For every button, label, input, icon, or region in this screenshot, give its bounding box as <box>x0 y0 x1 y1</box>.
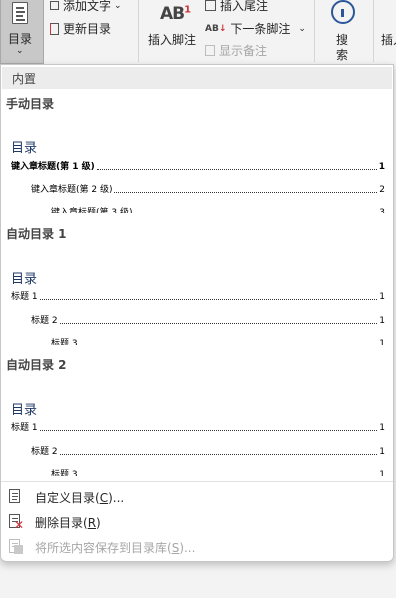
update-toc-button[interactable]: 更新目录 <box>50 20 111 37</box>
toc-entry: 标题 21 <box>31 316 385 326</box>
endnote-icon <box>205 0 216 11</box>
toc-dropdown: 内置 手动目录 目录 键入章标题(第 1 级) 1 键入章标题(第 2 级) 2 键… <box>0 64 394 562</box>
document-icon <box>6 488 24 506</box>
insert-endnote-button[interactable]: 插入尾注 <box>205 0 268 14</box>
ribbon: 目录 ⌄ 添加文字 ⌄ 更新目录 AB1 插入脚注 插入尾注 AB↓ 下一条脚注… <box>0 0 396 66</box>
toc-entry: 标题 11 <box>11 292 385 302</box>
menu-item-label: 自定义目录(C)... <box>35 490 125 505</box>
custom-toc-menu-item[interactable]: 自定义目录(C)... <box>1 485 393 509</box>
save-to-gallery-menu-item[interactable]: 将所选内容保存到目录库(S)... <box>1 535 393 559</box>
add-text-icon <box>50 1 59 10</box>
toc-button-label: 目录 <box>8 32 33 46</box>
search-icon <box>331 0 355 24</box>
show-notes-button[interactable]: 显示备注 <box>205 42 267 59</box>
toc-entry: 键入章标题(第 2 级) 2 <box>31 185 385 195</box>
menu-item-label: 将所选内容保存到目录库(S)... <box>35 540 196 555</box>
show-notes-icon <box>205 45 215 56</box>
add-text-button[interactable]: 添加文字 ⌄ <box>50 0 122 14</box>
remove-toc-menu-item[interactable]: ✕ 删除目录(R) <box>1 510 393 534</box>
toc-entry: 键入章标题(第 1 级) 1 <box>11 162 385 172</box>
toc-button[interactable]: 目录 ⌄ <box>0 0 44 64</box>
update-toc-icon <box>50 22 59 35</box>
gallery-title: 自动目录 1 <box>6 227 67 241</box>
toc-entry: 标题 21 <box>31 447 385 457</box>
save-to-gallery-icon <box>6 538 24 556</box>
add-text-label: 添加文字 <box>63 0 112 13</box>
insert-footnote-button[interactable]: AB1 插入脚注 <box>145 0 201 50</box>
chevron-down-icon: ⌄ <box>114 0 122 11</box>
delete-toc-icon: ✕ <box>6 513 24 531</box>
menu-item-label: 删除目录(R) <box>35 515 101 530</box>
toc-entry: 标题 31 <box>51 470 385 476</box>
menu-divider <box>1 481 393 482</box>
toc-entry: 键入章标题(第 3 级) 3 <box>51 205 385 213</box>
show-notes-label: 显示备注 <box>219 44 268 58</box>
next-footnote-icon: AB↓ <box>205 23 227 34</box>
gallery-title: 手动目录 <box>6 97 55 111</box>
section-header-builtin: 内置 <box>2 67 392 89</box>
toc-entry: 标题 31 <box>51 339 385 345</box>
update-toc-label: 更新目录 <box>63 22 112 36</box>
insert-endnote-label: 插入尾注 <box>220 0 269 13</box>
insert-cut-label[interactable]: 插入 <box>381 31 396 48</box>
insert-footnote-label: 插入脚注 <box>148 33 197 47</box>
search-button[interactable]: 搜 索 <box>320 0 366 62</box>
next-footnote-button[interactable]: AB↓ 下一条脚注 ⌄ <box>205 20 306 37</box>
preview-title: 目录 <box>11 141 38 156</box>
search-label-2: 索 <box>336 48 349 62</box>
chevron-down-icon: ⌄ <box>16 46 24 56</box>
toc-document-icon <box>12 2 28 24</box>
gallery-title: 自动目录 2 <box>6 358 67 372</box>
footnote-icon: AB1 <box>160 4 191 24</box>
toc-entry: 标题 11 <box>11 423 385 433</box>
chevron-down-icon: ⌄ <box>298 23 306 34</box>
next-footnote-label: 下一条脚注 <box>230 22 291 36</box>
